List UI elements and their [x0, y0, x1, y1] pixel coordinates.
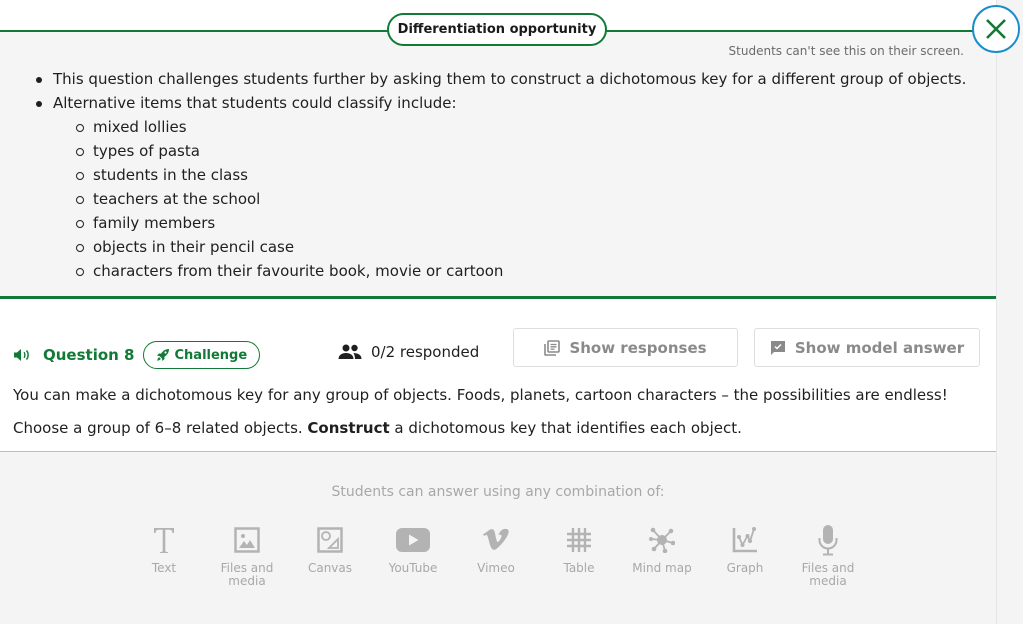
tool-mind-map[interactable]: Mind map	[622, 524, 702, 575]
list-item: mixed lollies	[74, 115, 966, 139]
question-text-line-2: Choose a group of 6–8 related objects. C…	[13, 419, 742, 437]
canvas-icon	[317, 527, 343, 553]
tool-audio[interactable]: Files and media	[788, 524, 868, 588]
list-item: family members	[74, 211, 966, 235]
image-icon	[234, 527, 260, 553]
list-item: students in the class	[74, 163, 966, 187]
list-item: Alternative items that students could cl…	[34, 91, 966, 283]
tool-vimeo[interactable]: Vimeo	[456, 524, 536, 575]
vimeo-icon	[483, 528, 509, 550]
show-model-answer-button[interactable]: Show model answer	[754, 328, 980, 367]
show-responses-button[interactable]: Show responses	[513, 328, 738, 367]
answer-tools-area: Students can answer using any combinatio…	[0, 451, 996, 624]
answer-tools-label: Students can answer using any combinatio…	[331, 484, 665, 500]
question-header: Question 8 Challenge	[13, 340, 261, 370]
microphone-icon	[818, 525, 838, 556]
speaker-icon	[14, 349, 29, 361]
tool-table[interactable]: Table	[539, 524, 619, 575]
read-aloud-button[interactable]	[13, 348, 31, 362]
construct-keyword: Construct	[307, 419, 390, 437]
tool-files-and-media[interactable]: Files and media	[207, 524, 287, 588]
people-icon	[338, 344, 362, 359]
list-item: This question challenges students furthe…	[34, 67, 966, 91]
text-icon	[154, 528, 174, 553]
scrollbar[interactable]	[996, 0, 1023, 624]
responded-count: 0/2 responded	[338, 343, 479, 361]
responses-icon	[544, 339, 561, 356]
tool-canvas[interactable]: Canvas	[290, 524, 370, 575]
alternative-items-list: mixed lollies types of pasta students in…	[53, 115, 966, 283]
model-answer-icon	[770, 340, 785, 355]
page: Differentiation opportunity Students can…	[0, 0, 996, 624]
tool-text[interactable]: Text	[124, 524, 204, 575]
differentiation-list: This question challenges students furthe…	[34, 67, 966, 283]
visibility-note: Students can't see this on their screen.	[728, 44, 964, 58]
table-icon	[567, 528, 591, 552]
mind-map-icon	[649, 527, 675, 553]
list-item: characters from their favourite book, mo…	[74, 259, 966, 283]
close-button[interactable]	[972, 5, 1020, 53]
list-item: types of pasta	[74, 139, 966, 163]
tool-graph[interactable]: Graph	[705, 524, 785, 575]
challenge-badge: Challenge	[142, 341, 261, 369]
question-text-line-1: You can make a dichotomous key for any g…	[13, 386, 948, 404]
list-item: teachers at the school	[74, 187, 966, 211]
tool-youtube[interactable]: YouTube	[373, 524, 453, 575]
differentiation-title: Differentiation opportunity	[387, 13, 607, 46]
close-icon	[986, 19, 1006, 39]
rocket-icon	[156, 349, 169, 361]
question-title: Question 8	[43, 346, 135, 364]
list-item: objects in their pencil case	[74, 235, 966, 259]
graph-icon	[732, 527, 757, 553]
youtube-icon	[396, 528, 430, 552]
